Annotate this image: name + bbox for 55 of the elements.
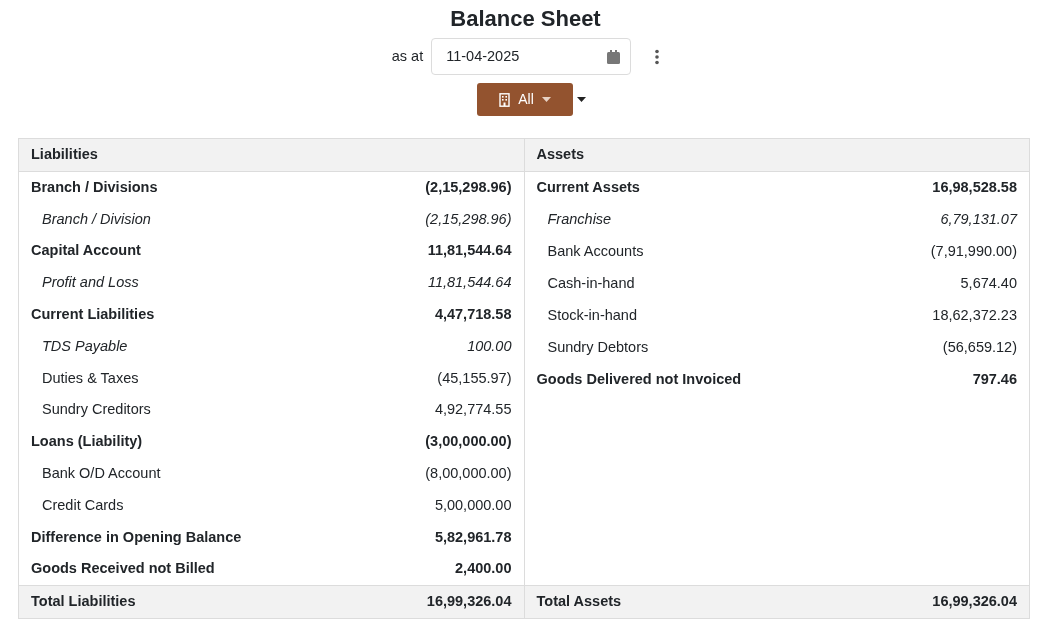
amount: 6,79,131.07 xyxy=(940,210,1017,230)
total-label: Total Assets xyxy=(536,592,622,612)
amount: (3,00,000.00) xyxy=(425,432,512,452)
account-name: Loans (Liability) xyxy=(31,432,143,452)
amount: (2,15,298.96) xyxy=(425,177,512,197)
amount: 5,82,961.78 xyxy=(434,527,512,547)
total-amount: 16,99,326.04 xyxy=(932,592,1017,612)
amount: 11,81,544.64 xyxy=(427,241,512,261)
account-name: Branch / Divisions xyxy=(31,177,158,197)
account-name: Stock-in-hand xyxy=(547,306,637,326)
column-heading: Assets xyxy=(536,145,585,165)
amount: (7,91,990.00) xyxy=(930,242,1017,262)
account-name: Bank O/D Account xyxy=(42,464,161,483)
account-name: Bank Accounts xyxy=(547,242,644,262)
amount: 18,62,372.23 xyxy=(932,306,1017,326)
account-name: Sundry Creditors xyxy=(42,400,151,420)
column-heading: Liabilities xyxy=(31,145,98,164)
account-name: Profit and Loss xyxy=(42,273,139,293)
account-name: Cash-in-hand xyxy=(547,274,635,294)
total-amount: 16,99,326.04 xyxy=(426,592,512,612)
amount: 11,81,544.64 xyxy=(427,273,512,293)
account-name: Current Assets xyxy=(536,178,640,198)
branch-filter-button[interactable]: All xyxy=(477,83,573,116)
more-options-icon[interactable] xyxy=(655,48,660,65)
total-label: Total Liabilities xyxy=(31,592,136,612)
caret-icon xyxy=(541,97,551,102)
account-name: Sundry Debtors xyxy=(547,338,649,358)
calendar-icon[interactable] xyxy=(607,49,621,64)
account-name: Branch / Division xyxy=(42,209,151,229)
account-name: Goods Received not Billed xyxy=(31,559,215,579)
account-name: TDS Payable xyxy=(42,336,128,356)
amount: (45,155.97) xyxy=(437,368,512,388)
amount: 5,00,000.00 xyxy=(434,495,512,515)
account-name: Goods Delivered not Invoiced xyxy=(536,370,742,390)
caret-icon xyxy=(577,97,586,103)
amount: 100.00 xyxy=(467,336,512,356)
account-name: Capital Account xyxy=(31,241,141,261)
account-name: Duties & Taxes xyxy=(42,368,139,388)
amount: 2,400.00 xyxy=(455,559,512,579)
account-name: Franchise xyxy=(547,210,612,230)
amount: (56,659.12) xyxy=(942,338,1017,358)
amount: (2,15,298.96) xyxy=(425,209,512,229)
date-label: as at xyxy=(391,46,424,66)
amount: 4,92,774.55 xyxy=(434,400,512,420)
amount: (8,00,000.00) xyxy=(425,464,512,483)
amount: 16,98,528.58 xyxy=(932,178,1017,198)
date-field[interactable]: 11-04-2025 xyxy=(431,38,632,75)
amount: 5,674.40 xyxy=(960,274,1017,294)
amount: 4,47,718.58 xyxy=(434,305,512,324)
account-name: Credit Cards xyxy=(42,495,124,515)
account-name: Current Liabilities xyxy=(31,305,155,324)
page-title: Balance Sheet xyxy=(450,5,601,33)
account-name: Difference in Opening Balance xyxy=(31,527,242,547)
building-icon xyxy=(499,92,511,107)
amount: 797.46 xyxy=(972,370,1017,390)
